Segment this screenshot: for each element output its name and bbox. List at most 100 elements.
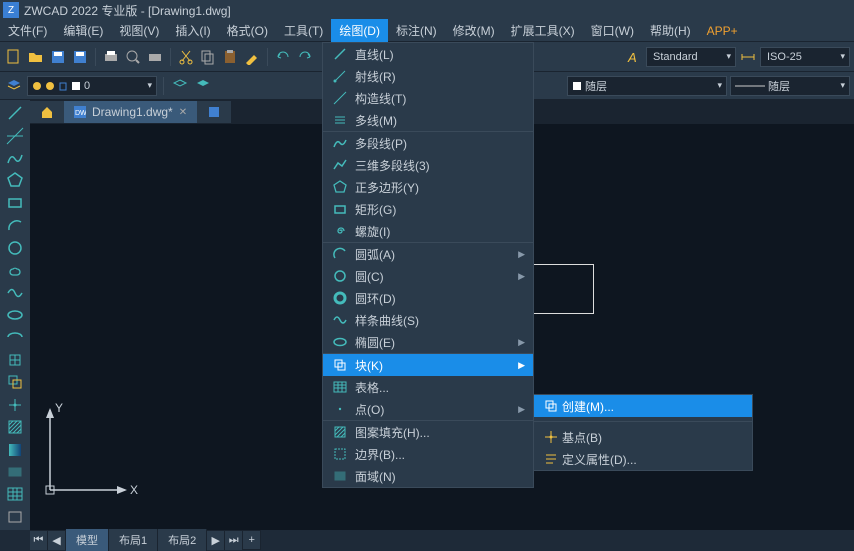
open-icon[interactable] xyxy=(26,47,46,67)
menu-扩展工具[interactable]: 扩展工具(X) xyxy=(503,19,583,42)
drawmenu-table[interactable]: 表格... xyxy=(323,376,533,398)
drawmenu-hatch[interactable]: 图案填充(H)... xyxy=(323,421,533,443)
tab-last-icon[interactable]: ⏭ xyxy=(225,531,243,550)
rect-tool-icon[interactable] xyxy=(4,194,26,212)
dim-style-dropdown[interactable]: ISO-25 xyxy=(760,47,850,67)
text-style-icon[interactable]: A xyxy=(624,47,644,67)
makeblock-tool-icon[interactable] xyxy=(4,373,26,391)
menu-窗口[interactable]: 窗口(W) xyxy=(583,19,642,42)
create-icon xyxy=(540,398,562,414)
insert-tool-icon[interactable] xyxy=(4,351,26,369)
point-tool-icon[interactable] xyxy=(4,395,26,413)
polygon-tool-icon[interactable] xyxy=(4,171,26,189)
region-icon xyxy=(329,468,351,484)
drawmenu-ellipse[interactable]: 椭圆(E)▶ xyxy=(323,331,533,353)
publish-icon[interactable] xyxy=(145,47,165,67)
lineweight-dropdown[interactable]: 随层 xyxy=(730,76,850,96)
menu-修改[interactable]: 修改(M) xyxy=(445,19,503,42)
drawmenu-region[interactable]: 面域(N) xyxy=(323,465,533,487)
menu-帮助[interactable]: 帮助(H) xyxy=(642,19,699,42)
drawmenu-polygon[interactable]: 正多边形(Y) xyxy=(323,176,533,198)
app-logo-icon: Z xyxy=(3,2,19,18)
drawmenu-block[interactable]: 块(K)▶ xyxy=(323,354,533,376)
tab-new[interactable] xyxy=(197,101,231,123)
point-icon xyxy=(329,401,351,417)
block-icon xyxy=(329,357,351,373)
hatch-tool-icon[interactable] xyxy=(4,418,26,436)
paste-icon[interactable] xyxy=(220,47,240,67)
arc-tool-icon[interactable] xyxy=(4,216,26,234)
tab-prev-icon[interactable]: ◀ xyxy=(48,531,66,550)
svg-text:Y: Y xyxy=(55,401,63,415)
pline-tool-icon[interactable] xyxy=(4,149,26,167)
saveas-icon[interactable] xyxy=(70,47,90,67)
tab-first-icon[interactable]: ⏮ xyxy=(30,531,48,550)
menu-绘图[interactable]: 绘图(D) xyxy=(331,19,388,42)
drawmenu-mline[interactable]: 多线(M) xyxy=(323,109,533,131)
tab-add-icon[interactable]: + xyxy=(243,531,261,549)
drawmenu-3dpoly[interactable]: 三维多段线(3) xyxy=(323,154,533,176)
dim-style-icon[interactable] xyxy=(738,47,758,67)
menu-工具[interactable]: 工具(T) xyxy=(276,19,331,42)
matchprop-icon[interactable] xyxy=(242,47,262,67)
layer-iso-icon[interactable] xyxy=(170,76,190,96)
drawmenu-rect[interactable]: 矩形(G) xyxy=(323,198,533,220)
layout-tab-布局1[interactable]: 布局1 xyxy=(109,529,158,551)
line-icon xyxy=(329,46,351,62)
svg-text:A: A xyxy=(627,50,637,65)
table-tool-icon[interactable] xyxy=(4,485,26,503)
menu-视图[interactable]: 视图(V) xyxy=(111,19,167,42)
copy-icon[interactable] xyxy=(198,47,218,67)
menu-编辑[interactable]: 编辑(E) xyxy=(55,19,111,42)
ellipse-tool-icon[interactable] xyxy=(4,306,26,324)
block-submenu-popup: 创建(M)... 基点(B)定义属性(D)... xyxy=(533,394,753,471)
region-tool-icon[interactable] xyxy=(4,463,26,481)
undo-icon[interactable] xyxy=(273,47,293,67)
more-tool-icon[interactable] xyxy=(4,508,26,526)
layout-tab-布局2[interactable]: 布局2 xyxy=(158,529,207,551)
drawmenu-line[interactable]: 直线(L) xyxy=(323,43,533,65)
drawmenu-pline[interactable]: 多段线(P) xyxy=(323,132,533,154)
menu-格式[interactable]: 格式(O) xyxy=(219,19,276,42)
layout-tab-模型[interactable]: 模型 xyxy=(66,529,109,551)
menu-文件[interactable]: 文件(F) xyxy=(0,19,55,42)
print-icon[interactable] xyxy=(101,47,121,67)
circle-icon xyxy=(329,268,351,284)
menu-APP+[interactable]: APP+ xyxy=(699,21,746,41)
xline-tool-icon[interactable] xyxy=(4,126,26,144)
revcloud-tool-icon[interactable] xyxy=(4,261,26,279)
submenu-base[interactable]: 基点(B) xyxy=(534,426,752,448)
cut-icon[interactable] xyxy=(176,47,196,67)
drawmenu-ray[interactable]: 射线(R) xyxy=(323,65,533,87)
preview-icon[interactable] xyxy=(123,47,143,67)
text-style-dropdown[interactable]: Standard xyxy=(646,47,736,67)
line-tool-icon[interactable] xyxy=(4,104,26,122)
drawmenu-arc[interactable]: 圆弧(A)▶ xyxy=(323,243,533,265)
circle-tool-icon[interactable] xyxy=(4,239,26,257)
drawmenu-spline[interactable]: 样条曲线(S) xyxy=(323,309,533,331)
drawmenu-circle[interactable]: 圆(C)▶ xyxy=(323,265,533,287)
tab-drawing[interactable]: DWG Drawing1.dwg* ✕ xyxy=(64,101,197,123)
tab-home[interactable] xyxy=(30,101,64,123)
redo-icon[interactable] xyxy=(295,47,315,67)
submenu-attdef[interactable]: 定义属性(D)... xyxy=(534,448,752,470)
spline-tool-icon[interactable] xyxy=(4,283,26,301)
layer-mgr-icon[interactable] xyxy=(4,76,24,96)
submenu-create[interactable]: 创建(M)... xyxy=(534,395,752,417)
gradient-tool-icon[interactable] xyxy=(4,440,26,458)
drawmenu-point[interactable]: 点(O)▶ xyxy=(323,398,533,420)
save-icon[interactable] xyxy=(48,47,68,67)
drawmenu-xline[interactable]: 构造线(T) xyxy=(323,87,533,109)
ellipsearc-tool-icon[interactable] xyxy=(4,328,26,346)
menu-插入[interactable]: 插入(I) xyxy=(167,19,218,42)
drawmenu-boundary[interactable]: 边界(B)... xyxy=(323,443,533,465)
new-icon[interactable] xyxy=(4,47,24,67)
menu-标注[interactable]: 标注(N) xyxy=(388,19,445,42)
color-dropdown[interactable]: 随层 xyxy=(567,76,727,96)
layer-prev-icon[interactable] xyxy=(193,76,213,96)
layer-dropdown[interactable]: 0 xyxy=(27,76,157,96)
drawmenu-donut[interactable]: 圆环(D) xyxy=(323,287,533,309)
tab-next-icon[interactable]: ▶ xyxy=(207,531,225,550)
drawmenu-spiral[interactable]: 螺旋(I) xyxy=(323,220,533,242)
tab-close-icon[interactable]: ✕ xyxy=(179,107,187,118)
